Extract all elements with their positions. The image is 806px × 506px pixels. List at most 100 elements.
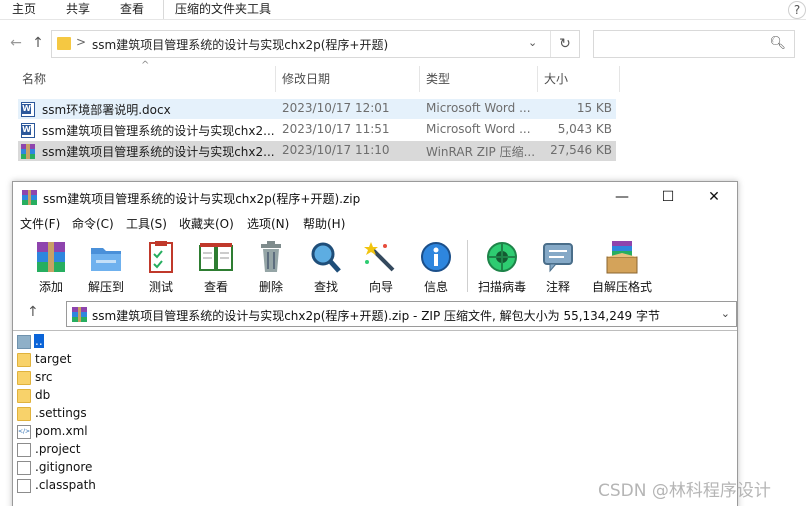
file-name: ssm建筑项目管理系统的设计与实现chx2... — [42, 145, 274, 159]
file-date: 2023/10/17 12:01 — [282, 101, 390, 115]
minimize-button[interactable]: — — [599, 182, 645, 212]
item-name: .project — [35, 442, 81, 456]
file-row[interactable]: ssm建筑项目管理系统的设计与实现chx2... 2023/10/17 11:1… — [18, 141, 616, 161]
file-icon — [17, 461, 31, 475]
view-button[interactable]: 查看 — [187, 238, 245, 294]
column-divider[interactable] — [275, 66, 276, 92]
refresh-icon[interactable]: ↻ — [550, 31, 579, 57]
column-header-name[interactable]: 名称 — [18, 66, 275, 92]
extract-to-button[interactable]: 解压到 — [77, 238, 135, 294]
file-size: 5,043 KB — [557, 122, 612, 136]
wizard-button[interactable]: 向导 — [352, 238, 410, 294]
toolbar-label: 注释 — [545, 280, 570, 294]
sfx-button[interactable]: 自解压格式 — [589, 238, 655, 294]
toolbar-label: 测试 — [148, 280, 173, 294]
item-name: .gitignore — [35, 460, 93, 474]
help-icon[interactable]: ? — [788, 1, 806, 19]
add-button[interactable]: 添加 — [22, 238, 80, 294]
info-button[interactable]: 信息 — [407, 238, 465, 294]
tab-compressed-folder-tools[interactable]: 压缩的文件夹工具 — [171, 0, 275, 19]
column-header-size[interactable]: 大小 — [540, 66, 616, 92]
folder-icon — [17, 407, 31, 421]
archive-path-row: ↑ ssm建筑项目管理系统的设计与实现chx2p(程序+开题).zip - ZI… — [13, 300, 737, 328]
sfx-box-icon — [606, 241, 638, 274]
item-name: db — [35, 388, 51, 402]
chevron-down-icon[interactable]: ⌄ — [528, 36, 537, 49]
file-row[interactable]: ssm建筑项目管理系统的设计与实现chx2... 2023/10/17 11:5… — [18, 120, 616, 140]
test-button[interactable]: 测试 — [132, 238, 190, 294]
folder-icon — [17, 353, 31, 367]
folder-icon — [17, 389, 31, 403]
item-name: .settings — [35, 406, 87, 420]
column-header-date[interactable]: 修改日期 — [278, 66, 418, 92]
search-input[interactable]: 🔍︎ — [593, 30, 795, 58]
winrar-window: ssm建筑项目管理系统的设计与实现chx2p(程序+开题).zip — ☐ ✕ … — [12, 181, 738, 506]
menu-bar: 文件(F) 命令(C) 工具(S) 收藏夹(O) 选项(N) 帮助(H) — [13, 212, 737, 234]
file-size: 15 KB — [576, 101, 612, 115]
toolbar-divider — [467, 240, 468, 292]
comment-button[interactable]: 注释 — [529, 238, 587, 294]
virus-scan-button[interactable]: 扫描病毒 — [473, 238, 531, 294]
magnifier-icon — [311, 242, 341, 273]
column-divider[interactable] — [419, 66, 420, 92]
menu-tools[interactable]: 工具(S) — [126, 215, 167, 232]
xml-file-icon — [17, 425, 31, 439]
menu-help[interactable]: 帮助(H) — [303, 215, 345, 232]
item-name: target — [35, 352, 72, 366]
file-type: WinRAR ZIP 压缩... — [426, 145, 536, 159]
tab-home[interactable]: 主页 — [8, 0, 40, 19]
toolbar-label: 扫描病毒 — [477, 280, 526, 294]
up-arrow-icon[interactable]: ↑ — [30, 35, 46, 51]
menu-file[interactable]: 文件(F) — [20, 215, 60, 232]
menu-commands[interactable]: 命令(C) — [72, 215, 114, 232]
back-arrow-icon[interactable]: ← — [8, 35, 24, 51]
close-button[interactable]: ✕ — [691, 182, 737, 212]
delete-button[interactable]: 删除 — [242, 238, 300, 294]
tab-view[interactable]: 查看 — [116, 0, 148, 19]
up-arrow-icon[interactable]: ↑ — [27, 304, 39, 320]
info-icon — [421, 242, 451, 272]
column-divider[interactable] — [619, 66, 620, 92]
parent-folder-icon — [17, 335, 31, 349]
watermark: CSDN @林科程序设计 — [598, 481, 771, 501]
view-book-icon — [199, 243, 233, 271]
virus-scan-icon — [487, 242, 517, 272]
file-icon — [17, 479, 31, 493]
maximize-button[interactable]: ☐ — [645, 182, 691, 212]
item-name: pom.xml — [35, 424, 88, 438]
magic-wand-icon — [364, 242, 395, 272]
file-row[interactable]: ssm环境部署说明.docx 2023/10/17 12:01 Microsof… — [18, 99, 616, 119]
breadcrumb-path[interactable]: ssm建筑项目管理系统的设计与实现chx2p(程序+开题) — [92, 36, 388, 53]
word-doc-icon — [21, 102, 35, 117]
file-icon — [17, 443, 31, 457]
trash-icon — [261, 241, 281, 272]
column-divider[interactable] — [537, 66, 538, 92]
column-header-type[interactable]: 类型 — [422, 66, 536, 92]
chevron-down-icon[interactable]: ⌄ — [721, 307, 730, 320]
file-size: 27,546 KB — [550, 143, 612, 157]
comment-icon — [543, 243, 573, 273]
menu-options[interactable]: 选项(N) — [247, 215, 289, 232]
archive-path-dropdown[interactable]: ssm建筑项目管理系统的设计与实现chx2p(程序+开题).zip - ZIP … — [66, 301, 737, 327]
winrar-archive-icon — [21, 144, 35, 159]
toolbar-label: 删除 — [258, 280, 283, 294]
file-name: ssm建筑项目管理系统的设计与实现chx2... — [42, 124, 274, 138]
tab-share[interactable]: 共享 — [62, 0, 94, 19]
item-name: .classpath — [35, 478, 96, 492]
winrar-title-bar[interactable]: ssm建筑项目管理系统的设计与实现chx2p(程序+开题).zip — ☐ ✕ — [13, 182, 737, 212]
toolbar-label: 向导 — [368, 280, 393, 294]
toolbar-label: 自解压格式 — [591, 280, 652, 294]
folder-icon — [17, 371, 31, 385]
file-date: 2023/10/17 11:10 — [282, 143, 390, 157]
find-button[interactable]: 查找 — [297, 238, 355, 294]
add-archive-icon — [37, 242, 65, 272]
ribbon-tabs: 主页 共享 查看 压缩的文件夹工具 ? — [0, 0, 806, 20]
menu-favorites[interactable]: 收藏夹(O) — [179, 215, 234, 232]
winrar-app-icon — [22, 190, 37, 205]
item-name: src — [35, 370, 53, 384]
ribbon-divider — [163, 0, 164, 19]
address-bar[interactable]: > ssm建筑项目管理系统的设计与实现chx2p(程序+开题) ⌄ ↻ — [51, 30, 580, 58]
search-icon[interactable]: 🔍︎ — [769, 36, 786, 51]
toolbar-label: 信息 — [423, 280, 448, 294]
item-name: .. — [34, 334, 44, 348]
